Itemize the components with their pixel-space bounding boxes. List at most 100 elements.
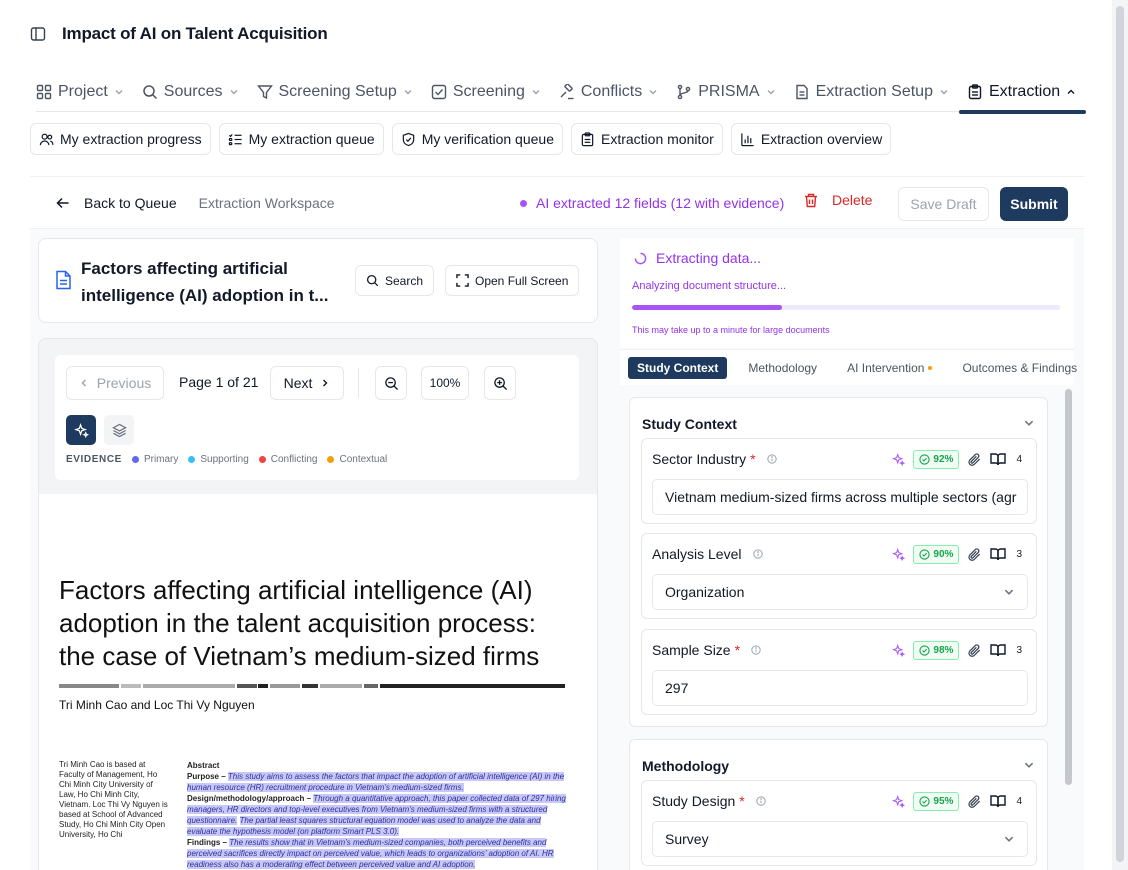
layers-mode-button[interactable]: [104, 415, 134, 445]
check-circle-icon: [919, 796, 931, 807]
legend-label: Primary: [143, 454, 179, 465]
subtab-extraction-overview[interactable]: Extraction overview: [730, 123, 892, 155]
extraction-subtitle: Analyzing document structure...: [632, 280, 787, 292]
open-full-screen-button[interactable]: Open Full Screen: [445, 265, 580, 296]
tab-extraction[interactable]: Extraction: [958, 72, 1087, 114]
field-label: Sample Size *: [652, 642, 761, 658]
fullscreen-icon: [456, 274, 469, 287]
tab-prisma[interactable]: PRISMA: [676, 72, 775, 112]
ai-sparkle-icon: [892, 548, 906, 561]
search-button[interactable]: Search: [355, 265, 435, 296]
book-open-icon[interactable]: [990, 547, 1007, 562]
fields-scrollbar-thumb[interactable]: [1065, 389, 1072, 785]
field-label: Sector Industry *: [652, 451, 777, 467]
document-icon: [794, 84, 810, 100]
legend-label: Conflicting: [270, 454, 318, 465]
extraction-note: This may take up to a minute for large d…: [632, 325, 830, 335]
book-open-icon[interactable]: [990, 643, 1007, 658]
clipboard-icon: [967, 83, 983, 100]
subtab-extraction-monitor[interactable]: Extraction monitor: [570, 123, 723, 155]
document-header: Factors affecting artificial intelligenc…: [38, 238, 598, 323]
gavel-icon: [559, 83, 575, 100]
chevron-down-icon[interactable]: [1023, 759, 1035, 771]
save-draft-button[interactable]: Save Draft: [898, 187, 989, 221]
attachment-icon[interactable]: [967, 547, 982, 562]
sidebar-toggle-icon[interactable]: [30, 26, 46, 42]
branch-icon: [676, 84, 692, 100]
paper-title: Factors affecting artificial intelligenc…: [59, 575, 540, 671]
evidence-highlight[interactable]: This study aims to assess the factors th…: [187, 772, 565, 792]
extraction-subnav: My extraction progress My extraction que…: [30, 123, 892, 155]
info-icon[interactable]: [751, 645, 761, 655]
evidence-count: 4: [1016, 796, 1022, 807]
legend-dot: [188, 456, 196, 463]
page-scrollbar[interactable]: [1112, 0, 1128, 870]
fields-scrollbar[interactable]: [1064, 389, 1073, 789]
analysis-level-select[interactable]: Organization: [652, 574, 1028, 610]
subtab-extraction-queue[interactable]: My extraction queue: [218, 123, 384, 155]
subtab-extraction-progress[interactable]: My extraction progress: [30, 123, 211, 155]
field-label-text: Sector Industry: [652, 451, 747, 467]
tab-project[interactable]: Project: [36, 72, 124, 112]
viewer-toolbar: Previous Page 1 of 21 Next 100% EVIDENCE…: [55, 355, 579, 480]
chevron-down-icon[interactable]: [1023, 417, 1035, 429]
evidence-count: 3: [1016, 645, 1022, 656]
abstract-design: Design/methodology/approach – Through a …: [187, 793, 567, 837]
tab-label: PRISMA: [698, 82, 760, 100]
extraction-progress-bar: [632, 305, 1060, 310]
legend-label: Supporting: [200, 454, 249, 465]
legend-conflicting: Conflicting: [258, 454, 318, 465]
attachment-icon[interactable]: [967, 452, 982, 467]
paper-abstract: Abstract Purpose – This study aims to as…: [187, 760, 567, 870]
evidence-mode-button[interactable]: [66, 415, 96, 445]
section-methodology: Methodology Study Design * 95% 4 Survey: [629, 739, 1048, 870]
book-open-icon[interactable]: [990, 794, 1007, 809]
tab-screening[interactable]: Screening: [431, 72, 541, 112]
zoom-level: 100%: [421, 366, 469, 400]
search-icon: [366, 274, 379, 287]
zoom-out-icon: [384, 376, 399, 391]
findings-heading: Findings –: [187, 838, 227, 847]
evidence-highlight[interactable]: The results show that in Vietnam’s mediu…: [187, 838, 554, 869]
previous-page-button[interactable]: Previous: [66, 366, 164, 400]
page-scrollbar-thumb[interactable]: [1116, 6, 1124, 862]
app-window: Impact of AI on Talent Acquisition Proje…: [0, 0, 1128, 870]
info-icon[interactable]: [756, 796, 766, 806]
study-design-select[interactable]: Survey: [652, 821, 1028, 857]
book-open-icon[interactable]: [990, 452, 1007, 467]
zoom-out-button[interactable]: [375, 366, 407, 400]
abstract-heading: Abstract: [187, 761, 220, 770]
info-icon[interactable]: [766, 454, 777, 464]
tab-methodology[interactable]: Methodology: [739, 357, 826, 379]
tab-screening-setup[interactable]: Screening Setup: [256, 72, 413, 112]
chevron-down-icon: [229, 87, 239, 97]
zoom-in-button[interactable]: [484, 366, 516, 400]
attachment-icon[interactable]: [967, 794, 982, 809]
submit-button[interactable]: Submit: [1000, 187, 1068, 221]
pdf-viewer: Previous Page 1 of 21 Next 100% EVIDENCE…: [38, 338, 598, 870]
paper-decorative-rule: [59, 684, 565, 688]
attachment-icon[interactable]: [967, 643, 982, 658]
tab-ai-intervention[interactable]: AI Intervention: [838, 357, 941, 379]
confidence-value: 90%: [933, 549, 954, 560]
subtab-verification-queue[interactable]: My verification queue: [391, 123, 563, 155]
delete-button[interactable]: Delete: [804, 192, 872, 208]
evidence-count: 3: [1016, 549, 1022, 560]
confidence-badge: 92%: [913, 450, 960, 469]
info-icon[interactable]: [752, 549, 763, 559]
confidence-badge: 98%: [913, 641, 960, 660]
evidence-highlight[interactable]: The partial least squares structural equ…: [187, 816, 541, 836]
section-title: Study Context: [642, 416, 737, 432]
tab-sources[interactable]: Sources: [142, 72, 239, 112]
tab-study-context[interactable]: Study Context: [628, 356, 728, 379]
spinner-icon: [634, 252, 647, 265]
sample-size-input[interactable]: 297: [652, 670, 1028, 706]
back-to-queue-button[interactable]: Back to Queue: [56, 195, 177, 211]
next-page-button[interactable]: Next: [270, 366, 344, 400]
tab-outcomes-findings[interactable]: Outcomes & Findings: [953, 357, 1086, 379]
tab-extraction-setup[interactable]: Extraction Setup: [794, 72, 949, 112]
sector-industry-input[interactable]: Vietnam medium-sized firms across multip…: [652, 479, 1028, 515]
tab-conflicts[interactable]: Conflicts: [559, 72, 658, 112]
check-circle-icon: [919, 549, 931, 560]
field-sector-industry: Sector Industry * 92% 4 Vietnam medium-s…: [641, 438, 1037, 524]
